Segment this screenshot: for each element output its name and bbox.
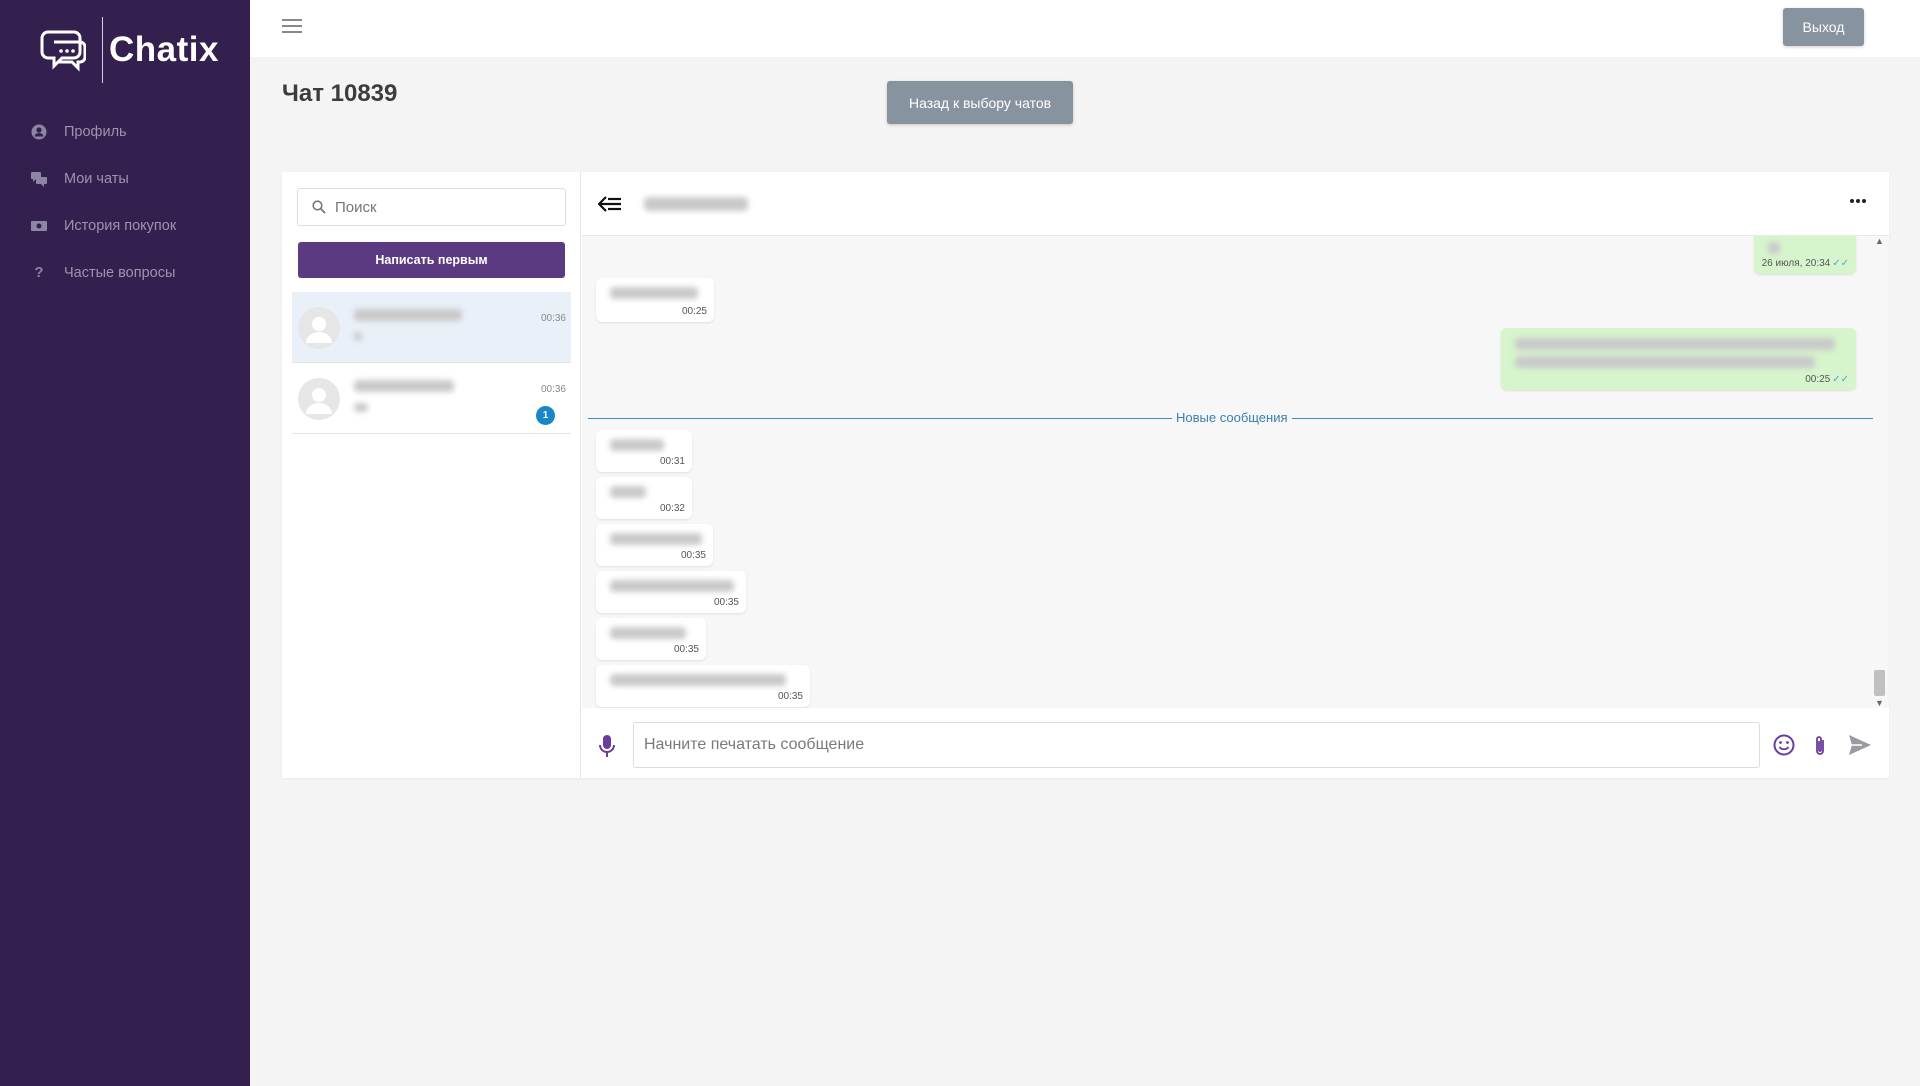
sidebar-item-my-chats[interactable]: Мои чаты: [0, 155, 250, 202]
contact-time: 00:36: [540, 313, 566, 324]
attachment-icon[interactable]: [1812, 734, 1828, 758]
contact-time: 00:36: [540, 384, 566, 395]
message-incoming: 00:35: [596, 618, 706, 660]
scroll-thumb[interactable]: [1874, 670, 1885, 696]
message-time: 00:25 ✓✓: [1805, 374, 1849, 385]
new-messages-divider: Новые сообщения: [588, 410, 1873, 426]
message-incoming: 00:35: [596, 665, 810, 707]
read-checkmarks-icon: ✓✓: [1832, 374, 1849, 385]
top-bar: Выход: [250, 0, 1920, 57]
chat-list-item[interactable]: 00:36: [292, 292, 571, 363]
chat-window: 26 июля, 20:34 ✓✓ 00:25 00:25 ✓✓ Новые соо…: [582, 172, 1889, 778]
message-time: 26 июля, 20:34 ✓✓: [1761, 258, 1849, 269]
sidebar-item-profile[interactable]: Профиль: [0, 108, 250, 155]
scroll-up-arrow-icon[interactable]: ▲: [1875, 236, 1884, 246]
message-scrollbar[interactable]: ▲ ▼: [1873, 236, 1885, 708]
sidebar-item-faq[interactable]: ? Частые вопросы: [0, 249, 250, 296]
message-text-redacted: [610, 627, 686, 639]
message-input[interactable]: [633, 722, 1760, 768]
message-incoming: 00:35: [596, 524, 713, 566]
chats-icon: [31, 171, 47, 187]
contact-preview-redacted: [354, 403, 368, 412]
message-time: 00:32: [659, 503, 685, 514]
logout-button[interactable]: Выход: [1783, 8, 1864, 46]
message-text-redacted: [610, 486, 646, 498]
logo-text: Chatix: [109, 30, 219, 69]
microphone-icon[interactable]: [598, 734, 616, 758]
logo[interactable]: Chatix: [40, 16, 219, 84]
contact-name-redacted: [354, 309, 462, 321]
logo-divider: [102, 17, 103, 83]
chat-list-item[interactable]: 00:36 1: [292, 363, 571, 434]
unread-badge: 1: [536, 406, 555, 425]
message-incoming: 00:25: [596, 278, 714, 322]
sidebar-item-label: Профиль: [64, 123, 127, 140]
money-icon: [31, 218, 47, 234]
search-icon: [312, 200, 326, 214]
message-text-redacted: [610, 533, 702, 545]
message-time: 00:35: [673, 644, 699, 655]
message-area: 26 июля, 20:34 ✓✓ 00:25 00:25 ✓✓ Новые соо…: [582, 236, 1889, 708]
message-text-redacted: [1768, 242, 1780, 254]
sidebar-item-label: История покупок: [64, 217, 177, 234]
message-text-redacted: [610, 439, 664, 451]
avatar: [298, 307, 340, 349]
back-to-chats-button[interactable]: Назад к выбору чатов: [887, 81, 1073, 124]
send-icon[interactable]: [1848, 734, 1872, 756]
write-first-button[interactable]: Написать первым: [298, 242, 565, 278]
chat-card: Написать первым 00:36 00:36 1: [282, 172, 1889, 778]
message-outgoing: 26 июля, 20:34 ✓✓: [1754, 236, 1856, 274]
scroll-down-arrow-icon[interactable]: ▼: [1875, 698, 1884, 708]
message-time: 00:35: [680, 550, 706, 561]
read-checkmarks-icon: ✓✓: [1832, 258, 1849, 269]
message-text-redacted: [1515, 338, 1835, 350]
page-title: Чат 10839: [282, 80, 398, 107]
search-input[interactable]: [335, 198, 555, 216]
message-time: 00:25: [681, 306, 707, 317]
message-text-redacted: [610, 674, 786, 686]
message-input-bar: [582, 708, 1889, 778]
contact-preview-redacted: [354, 332, 362, 341]
hamburger-menu-icon[interactable]: [282, 19, 302, 33]
sidebar-item-label: Частые вопросы: [64, 264, 176, 281]
message-text-redacted: [1515, 356, 1815, 368]
emoji-icon[interactable]: [1773, 734, 1795, 756]
message-time: 00:35: [777, 691, 803, 702]
message-incoming: 00:35: [596, 571, 746, 613]
question-icon: ?: [34, 264, 44, 281]
message-text-redacted: [610, 580, 734, 592]
back-arrow-icon[interactable]: [598, 196, 622, 212]
contact-name-redacted: [354, 380, 454, 392]
message-outgoing: 00:25 ✓✓: [1501, 328, 1856, 390]
message-incoming: 00:32: [596, 477, 692, 519]
chat-bubble-logo-icon: [40, 30, 86, 72]
sidebar-nav: Профиль Мои чаты История покупок ? Часты…: [0, 108, 250, 296]
message-time: 00:31: [659, 456, 685, 467]
chat-partner-name-redacted: [644, 197, 748, 211]
message-time: 00:35: [713, 597, 739, 608]
search-box[interactable]: [297, 188, 566, 226]
chat-header: [582, 172, 1889, 236]
sidebar-item-label: Мои чаты: [64, 170, 129, 187]
chat-list: Написать первым 00:36 00:36 1: [282, 172, 581, 778]
new-messages-label: Новые сообщения: [1172, 410, 1292, 425]
sidebar-item-purchase-history[interactable]: История покупок: [0, 202, 250, 249]
message-incoming: 00:31: [596, 430, 692, 472]
sidebar: Chatix Профиль Мои чаты История покупок …: [0, 0, 250, 1086]
user-circle-icon: [31, 124, 47, 140]
avatar: [298, 378, 340, 420]
message-text-redacted: [610, 287, 698, 299]
more-options-icon[interactable]: [1850, 199, 1866, 203]
